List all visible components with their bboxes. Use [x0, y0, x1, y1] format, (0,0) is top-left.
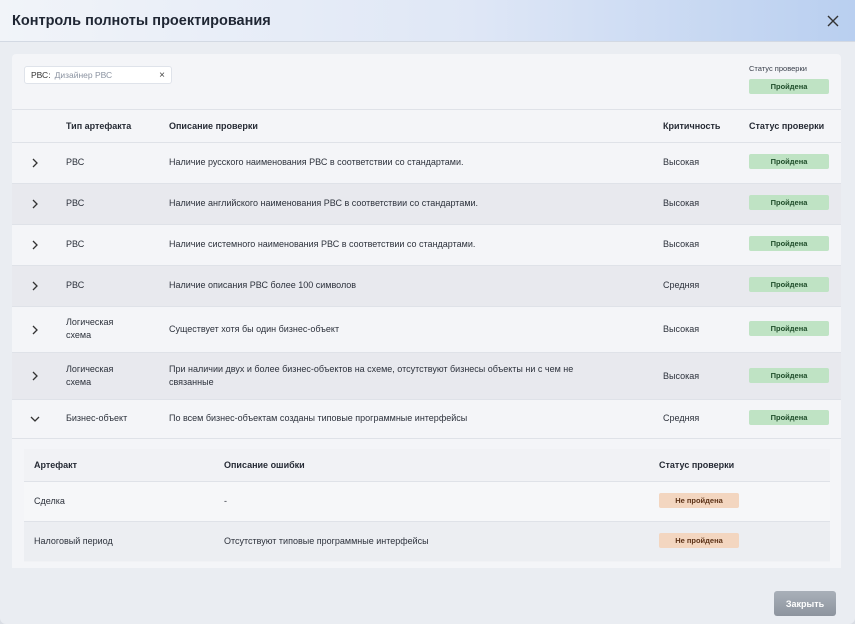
details-error: - [224, 496, 227, 506]
checks-table-header: Тип артефакта Описание проверки Критично… [12, 109, 841, 142]
row-type: РВС [66, 198, 85, 208]
chevron-right-icon[interactable] [30, 281, 40, 291]
row-criticality: Высокая [663, 157, 700, 167]
row-status-badge: Пройдена [749, 154, 829, 169]
expanded-details: Артефакт Описание ошибки Статус проверки… [12, 438, 841, 568]
row-type: РВС [66, 157, 85, 167]
row-description-line1: При наличии двух и более бизнес-объектов… [169, 364, 574, 374]
checks-panel: РВС: Дизайнер РВС × Статус проверки Прой… [12, 54, 841, 568]
row-type: РВС [66, 239, 85, 249]
chevron-right-icon[interactable] [30, 240, 40, 250]
details-table: Артефакт Описание ошибки Статус проверки… [24, 449, 830, 562]
row-criticality: Средняя [663, 413, 700, 423]
chevron-right-icon[interactable] [30, 158, 40, 168]
table-row[interactable]: РВС Наличие английского наименования РВС… [12, 183, 841, 224]
overall-status-label: Статус проверки [749, 64, 807, 73]
row-status-badge: Пройдена [749, 195, 829, 210]
table-row[interactable]: РВС Наличие русского наименования РВС в … [12, 142, 841, 183]
row-status-badge: Пройдена [749, 410, 829, 425]
details-header-error: Описание ошибки [224, 460, 305, 470]
details-artifact: Сделка [34, 496, 65, 506]
row-type-line1: Логическая [66, 317, 114, 327]
row-description-line2: связанные [169, 377, 214, 387]
details-row[interactable]: Налоговый период Отсутствуют типовые про… [24, 521, 830, 561]
clear-filter-icon[interactable]: × [159, 70, 165, 81]
row-status-badge: Пройдена [749, 236, 829, 251]
header-status: Статус проверки [749, 121, 825, 131]
dialog-header: Контроль полноты проектирования [0, 0, 855, 42]
filter-value: Дизайнер РВС [54, 70, 113, 80]
chevron-right-icon[interactable] [30, 371, 40, 381]
row-type: Бизнес-объект [66, 413, 128, 423]
row-status-badge: Пройдена [749, 368, 829, 383]
row-description: Наличие описания РВС более 100 символов [169, 280, 357, 290]
row-criticality: Высокая [663, 239, 700, 249]
row-criticality: Средняя [663, 280, 700, 290]
header-artifact-type: Тип артефакта [66, 121, 132, 131]
row-type-line2: схема [66, 330, 92, 340]
details-header-artifact: Артефакт [34, 460, 78, 470]
row-description: Наличие русского наименования РВС в соот… [169, 157, 464, 167]
dialog-title: Контроль полноты проектирования [12, 12, 271, 29]
header-criticality: Критичность [663, 121, 721, 131]
chevron-right-icon[interactable] [30, 325, 40, 335]
header-description: Описание проверки [169, 121, 258, 131]
details-error: Отсутствуют типовые программные интерфей… [224, 536, 429, 546]
row-description: По всем бизнес-объектам созданы типовые … [169, 413, 468, 423]
row-criticality: Высокая [663, 371, 700, 381]
details-table-header: Артефакт Описание ошибки Статус проверки [24, 449, 830, 481]
row-type-line2: схема [66, 377, 92, 387]
row-description: Наличие английского наименования РВС в с… [169, 198, 479, 208]
details-header-status: Статус проверки [659, 460, 735, 470]
filter-chip[interactable]: РВС: Дизайнер РВС × [24, 66, 172, 84]
filter-key: РВС: [31, 70, 51, 80]
row-status-badge: Пройдена [749, 321, 829, 336]
chevron-down-icon[interactable] [30, 414, 40, 424]
row-description: Наличие системного наименования РВС в со… [169, 239, 476, 249]
row-criticality: Высокая [663, 324, 700, 334]
close-button[interactable]: Закрыть [774, 591, 836, 616]
details-row[interactable]: Сделка - Не пройдена [24, 481, 830, 521]
checks-table-body: РВС Наличие русского наименования РВС в … [12, 142, 841, 439]
chevron-right-icon[interactable] [30, 199, 40, 209]
details-status-badge: Не пройдена [659, 533, 739, 548]
table-row[interactable]: Логическая схема При наличии двух и боле… [12, 352, 841, 399]
table-row-expanded[interactable]: Бизнес-объект По всем бизнес-объектам со… [12, 399, 841, 439]
completeness-dialog: Контроль полноты проектирования РВС: Диз… [0, 0, 855, 624]
close-icon[interactable] [823, 11, 843, 31]
row-description: Существует хотя бы один бизнес-объект [169, 324, 340, 334]
row-criticality: Высокая [663, 198, 700, 208]
row-status-badge: Пройдена [749, 277, 829, 292]
details-artifact: Налоговый период [34, 536, 113, 546]
table-row[interactable]: РВС Наличие описания РВС более 100 симво… [12, 265, 841, 306]
row-type-line1: Логическая [66, 364, 114, 374]
overall-status: Статус проверки Пройдена [749, 64, 831, 94]
details-status-badge: Не пройдена [659, 493, 739, 508]
overall-status-badge: Пройдена [749, 79, 829, 94]
row-type: РВС [66, 280, 85, 290]
table-row[interactable]: РВС Наличие системного наименования РВС … [12, 224, 841, 265]
table-row[interactable]: Логическая схема Существует хотя бы один… [12, 306, 841, 352]
